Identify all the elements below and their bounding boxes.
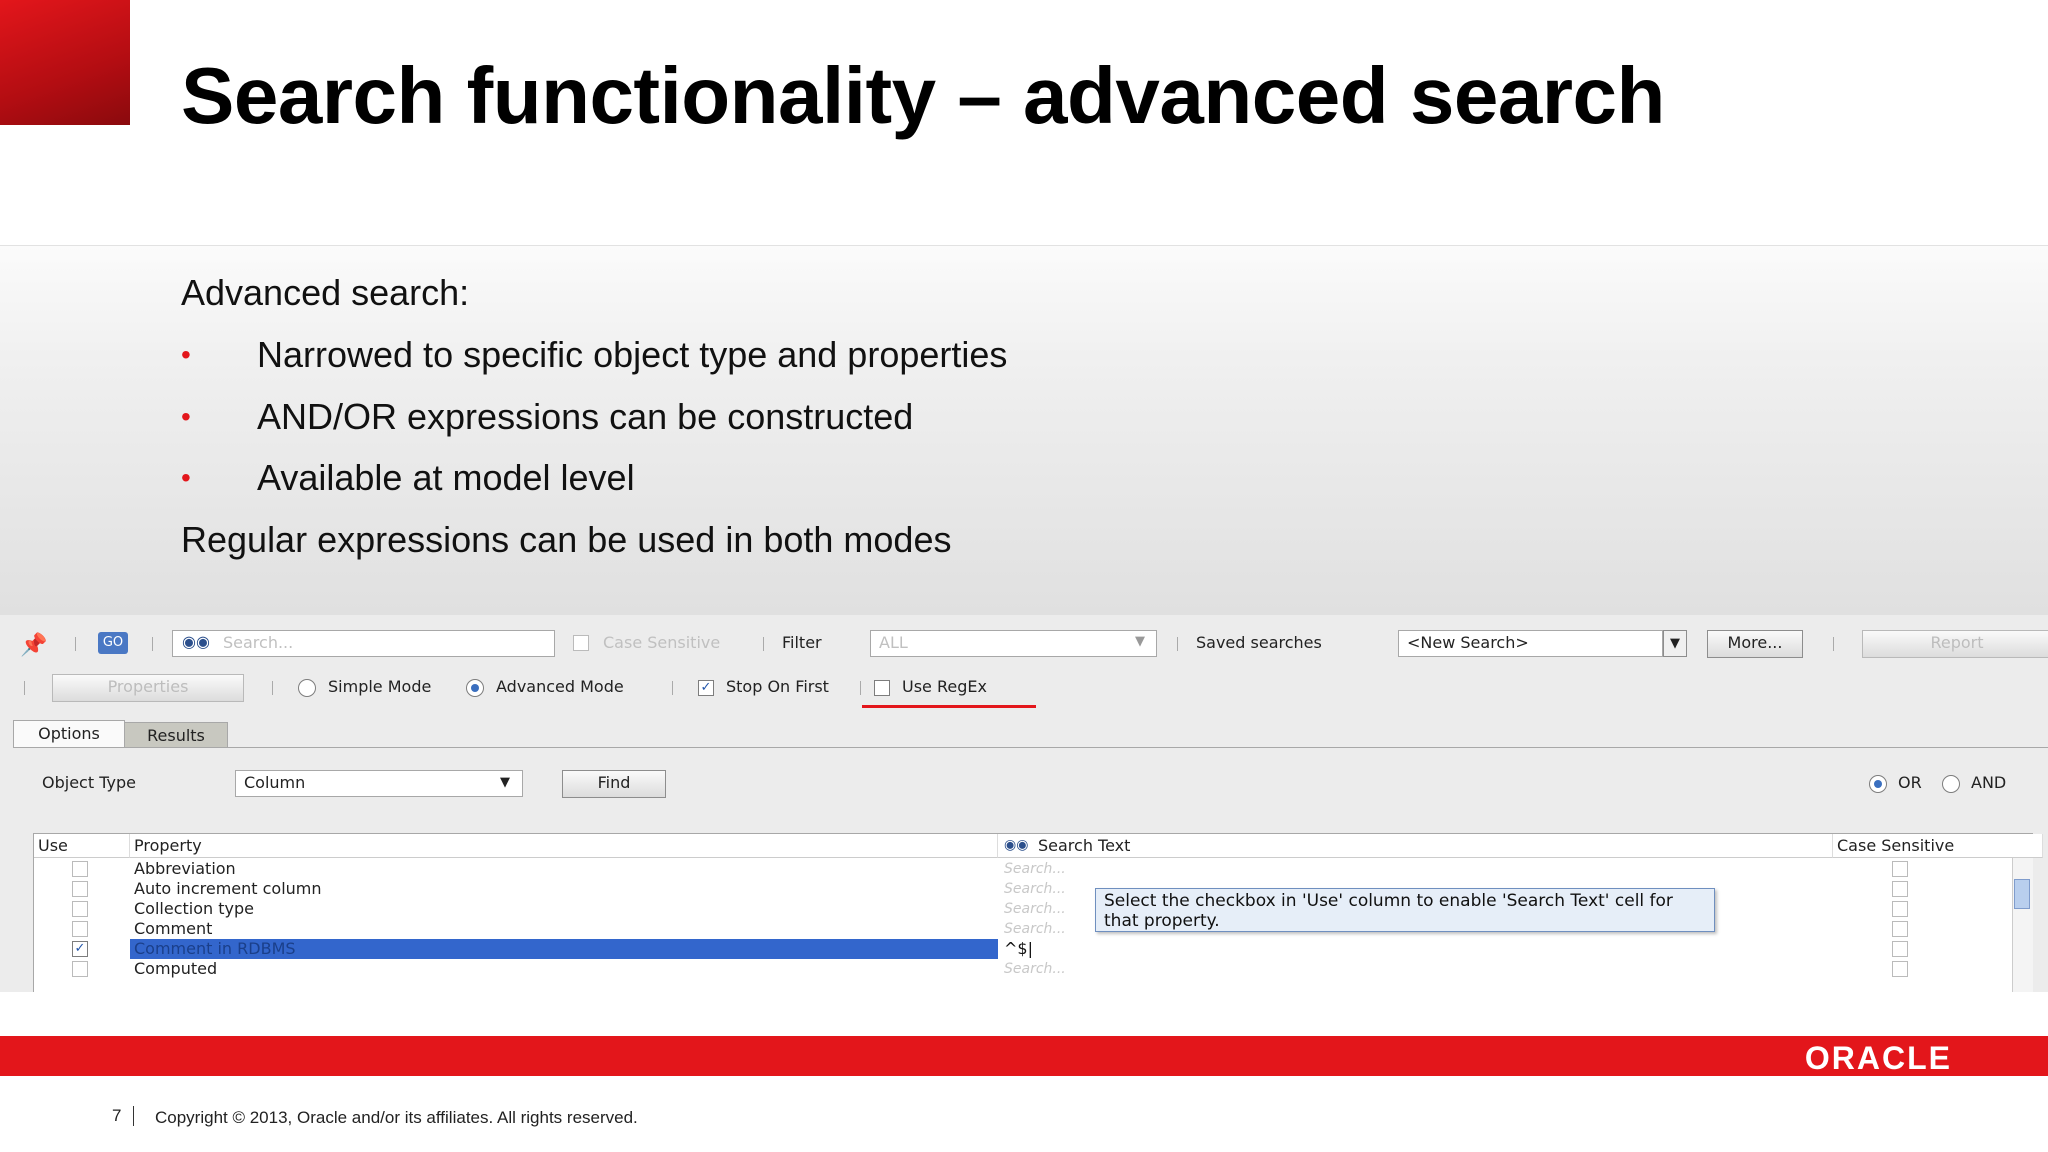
case-sensitive-checkbox[interactable] <box>1892 961 1908 977</box>
binoculars-icon: ◉◉ <box>1004 837 1029 853</box>
simple-mode-label: Simple Mode <box>328 677 432 696</box>
toolbar-separator <box>24 681 25 695</box>
tab-options[interactable]: Options <box>13 720 125 748</box>
slide-title: Search functionality – advanced search <box>181 51 1665 140</box>
use-checkbox[interactable]: ✓ <box>72 941 88 957</box>
toolbar-separator <box>152 637 153 651</box>
case-sensitive-checkbox[interactable] <box>1892 941 1908 957</box>
column-header-case-sensitive[interactable]: Case Sensitive <box>1833 834 2043 858</box>
column-header-use[interactable]: Use <box>34 834 130 858</box>
property-name: Comment in RDBMS <box>130 939 998 959</box>
search-text-cell[interactable]: Search... <box>1004 879 1066 899</box>
bullet-item: Available at model level <box>257 457 635 498</box>
saved-searches-label: Saved searches <box>1196 633 1322 652</box>
case-sensitive-checkbox[interactable] <box>1892 861 1908 877</box>
table-row[interactable]: Collection type Search... <box>34 899 2032 919</box>
more-button[interactable]: More... <box>1707 630 1803 658</box>
object-type-label: Object Type <box>42 773 136 792</box>
tooltip: Select the checkbox in 'Use' column to e… <box>1095 888 1715 932</box>
find-button[interactable]: Find <box>562 770 666 798</box>
property-name: Abbreviation <box>134 859 236 878</box>
stop-on-first-label: Stop On First <box>726 677 829 696</box>
find-icon[interactable]: GO <box>98 632 128 654</box>
toolbar-separator <box>763 637 764 651</box>
bullet-item: AND/OR expressions can be constructed <box>257 396 914 437</box>
stop-on-first-checkbox[interactable]: ✓ <box>698 680 714 696</box>
case-sensitive-checkbox[interactable] <box>1892 901 1908 917</box>
use-regex-checkbox[interactable] <box>874 680 890 696</box>
footer-divider <box>133 1106 134 1126</box>
toolbar-separator <box>860 681 861 695</box>
binoculars-icon: ◉◉ <box>182 632 210 651</box>
and-radio[interactable] <box>1942 775 1960 793</box>
bullet-icon: • <box>181 462 191 493</box>
use-regex-label: Use RegEx <box>902 677 987 696</box>
pin-icon[interactable]: 📌 <box>20 633 47 658</box>
filter-label: Filter <box>782 633 822 652</box>
use-checkbox[interactable] <box>72 901 88 917</box>
toolbar-separator <box>672 681 673 695</box>
use-checkbox[interactable] <box>72 861 88 877</box>
closing-text: Regular expressions can be used in both … <box>181 519 952 560</box>
case-sensitive-checkbox[interactable] <box>573 635 589 651</box>
property-grid: Use Property Search Text ◉◉ Case Sensiti… <box>33 833 2043 992</box>
table-row[interactable]: Comment Search... <box>34 919 2032 939</box>
property-name: Collection type <box>134 899 254 918</box>
report-button[interactable]: Report <box>1862 630 2048 658</box>
intro-text: Advanced search: <box>181 272 470 313</box>
tab-results[interactable]: Results <box>124 722 228 748</box>
search-input[interactable]: Search... <box>172 630 555 657</box>
toolbar-separator <box>75 637 76 651</box>
toolbar-separator <box>1177 637 1178 651</box>
use-checkbox[interactable] <box>72 921 88 937</box>
case-sensitive-checkbox[interactable] <box>1892 881 1908 897</box>
column-header-property[interactable]: Property <box>130 834 998 858</box>
table-row[interactable]: Abbreviation Search... <box>34 859 2032 879</box>
property-name: Comment <box>134 919 213 938</box>
case-sensitive-checkbox[interactable] <box>1892 921 1908 937</box>
search-text-cell[interactable]: Search... <box>1004 859 1066 879</box>
or-radio[interactable] <box>1869 775 1887 793</box>
chevron-down-icon[interactable]: ▼ <box>1135 634 1145 649</box>
advanced-mode-radio[interactable] <box>466 679 484 697</box>
search-text-cell[interactable]: Search... <box>1004 919 1066 939</box>
table-row-selected[interactable]: ✓ Comment in RDBMS ^$| <box>34 939 2032 959</box>
toolbar-separator <box>272 681 273 695</box>
search-text-cell[interactable]: Search... <box>1004 959 1066 979</box>
regex-highlight-underline <box>862 705 1036 708</box>
brand-corner-block <box>0 0 130 125</box>
chevron-down-icon[interactable]: ▼ <box>1663 630 1687 657</box>
toolbar-separator <box>1833 637 1834 651</box>
tab-divider <box>13 747 2048 748</box>
search-dialog-screenshot: 📌 GO Search... ◉◉ Case Sensitive Filter … <box>0 615 2048 992</box>
table-row[interactable]: Auto increment column Search... <box>34 879 2032 899</box>
property-name: Computed <box>134 959 218 978</box>
object-type-select[interactable]: Column <box>235 770 523 797</box>
page-number: 7 <box>112 1106 122 1125</box>
and-label: AND <box>1971 773 2007 792</box>
use-checkbox[interactable] <box>72 961 88 977</box>
or-label: OR <box>1898 773 1922 792</box>
advanced-mode-label: Advanced Mode <box>496 677 624 696</box>
search-text-cell[interactable]: ^$| <box>1004 939 1033 959</box>
saved-search-select[interactable]: <New Search> <box>1398 630 1663 657</box>
footer-red-bar <box>0 1036 2048 1076</box>
bullet-icon: • <box>181 401 191 432</box>
table-row[interactable]: Computed Search... <box>34 959 2032 979</box>
copyright-text: Copyright © 2013, Oracle and/or its affi… <box>155 1108 638 1127</box>
case-sensitive-label: Case Sensitive <box>603 633 721 652</box>
bullet-item: Narrowed to specific object type and pro… <box>257 334 1008 375</box>
oracle-logo: ORACLE <box>1804 1040 1952 1076</box>
scrollbar-thumb[interactable] <box>2014 879 2030 909</box>
bullet-icon: • <box>181 339 191 370</box>
filter-select[interactable]: ALL <box>870 630 1157 657</box>
properties-button[interactable]: Properties <box>52 674 244 702</box>
column-header-search-text[interactable]: Search Text <box>998 834 1833 858</box>
simple-mode-radio[interactable] <box>298 679 316 697</box>
chevron-down-icon[interactable]: ▼ <box>500 775 510 790</box>
search-text-cell[interactable]: Search... <box>1004 899 1066 919</box>
use-checkbox[interactable] <box>72 881 88 897</box>
property-name: Auto increment column <box>134 879 322 898</box>
